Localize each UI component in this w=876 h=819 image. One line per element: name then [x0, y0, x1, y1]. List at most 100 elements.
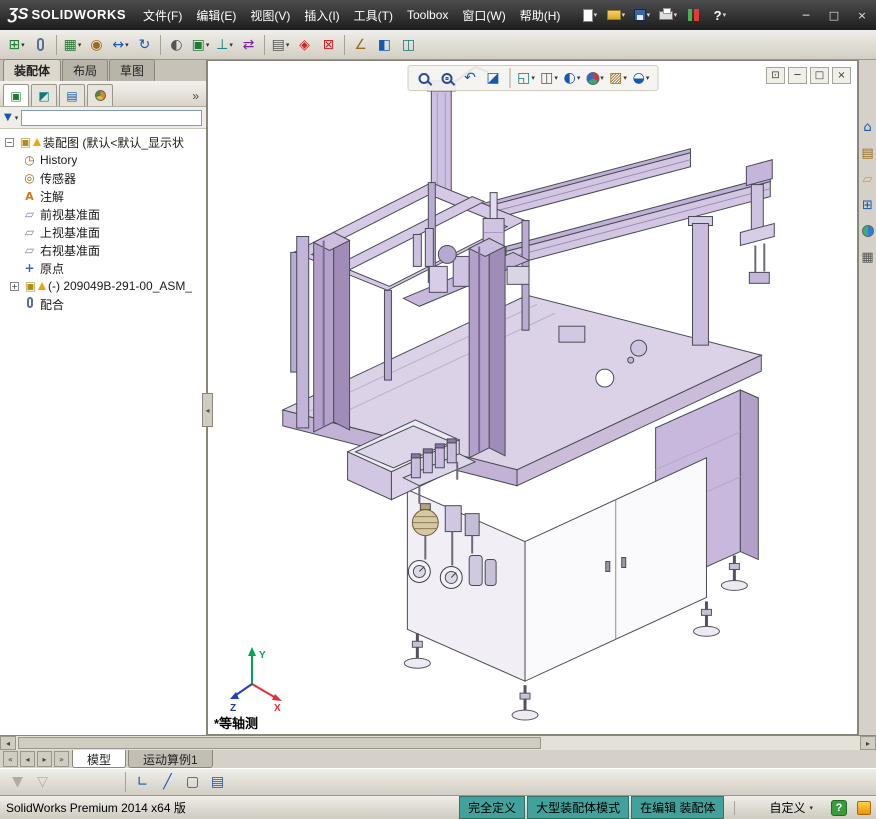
new-motion-study-button[interactable]: ⇄	[237, 33, 260, 57]
view-settings-button[interactable]: ◒ ▾	[631, 68, 651, 88]
doc-maximize-button[interactable]: □	[810, 67, 829, 84]
doc-restore-button[interactable]: ⊡	[766, 67, 785, 84]
tab-nav-next-button[interactable]: ▸	[37, 751, 52, 767]
save-button[interactable]: ▾	[629, 4, 654, 26]
clear-filters-button[interactable]: ▼	[6, 770, 29, 794]
file-explorer-folder-icon[interactable]: ▱	[859, 170, 876, 188]
panel-collapse-handle[interactable]: ◂	[202, 393, 213, 427]
apply-scene-button[interactable]: ▨ ▾	[608, 68, 628, 88]
tab-motion-study[interactable]: 运动算例1	[128, 750, 213, 768]
maximize-button[interactable]: □	[820, 4, 848, 26]
hide-show-items-button[interactable]: ◐ ▾	[562, 68, 582, 88]
expand-box[interactable]: +	[10, 281, 19, 291]
tab-nav-last-button[interactable]: »	[54, 751, 69, 767]
tab-nav-first-button[interactable]: «	[3, 751, 18, 767]
appearances-sphere-icon[interactable]	[859, 222, 876, 240]
previous-view-button[interactable]: ↶	[460, 68, 480, 88]
show-hidden-button[interactable]: ◐	[165, 33, 188, 57]
doc-close-button[interactable]: ×	[832, 67, 851, 84]
propertymanager-tab[interactable]: ◩	[31, 84, 57, 106]
measure-button[interactable]: ∠	[349, 33, 372, 57]
exploded-view-button[interactable]: ◈	[293, 33, 316, 57]
menu-tools[interactable]: 工具(T)	[347, 0, 400, 30]
linear-pattern-button[interactable]: ▦ ▾	[61, 33, 84, 57]
tab-sketch[interactable]: 草图	[109, 59, 156, 81]
print-button[interactable]: ▾	[655, 4, 680, 26]
filter-faces-button[interactable]: ▢	[181, 770, 204, 794]
menu-view[interactable]: 视图(V)	[243, 0, 297, 30]
assembly-features-button[interactable]: ▣ ▾	[189, 33, 212, 57]
scrollbar-thumb[interactable]	[18, 737, 542, 749]
home-icon[interactable]: ⌂	[859, 118, 876, 136]
mate-button[interactable]	[29, 33, 52, 57]
minimize-button[interactable]: ─	[792, 4, 820, 26]
menu-edit[interactable]: 编辑(E)	[189, 0, 243, 30]
panel-overflow-chevrons[interactable]: »	[192, 89, 203, 106]
graphics-area[interactable]: ↶ ◪ ◱ ▾ ◫ ▾ ◐ ▾ ▾ ▨ ▾ ◒ ▾ ⊡ ─ □ × Y X Z *等轴测	[207, 60, 858, 735]
help-button[interactable]: ? ▾	[707, 4, 732, 26]
filter-funnel-icon[interactable]: ▼	[4, 112, 12, 123]
orientation-triad[interactable]: Y X Z	[228, 642, 286, 712]
insert-component-button[interactable]: ⊞ ▾	[5, 33, 28, 57]
zoom-to-fit-button[interactable]	[414, 68, 434, 88]
tree-item-history[interactable]: ◷ History	[0, 151, 206, 169]
tree-item-assembly-root[interactable]: − ▣ 装配图 (默认<默认_显示状	[0, 133, 206, 151]
scroll-left-button[interactable]: ◂	[0, 736, 16, 750]
quick-tips-icon[interactable]	[857, 800, 871, 815]
new-document-button[interactable]: ▾	[577, 4, 602, 26]
tab-model[interactable]: 模型	[72, 750, 127, 768]
filter-input[interactable]	[21, 109, 202, 126]
rotate-component-button[interactable]: ↻	[133, 33, 156, 57]
scrollbar-track[interactable]	[16, 736, 860, 750]
tree-item-annotations[interactable]: A 注解	[0, 187, 206, 205]
filter-surface-button[interactable]: ▤	[206, 770, 229, 794]
tree-item-front-plane[interactable]: ▱ 前视基准面	[0, 205, 206, 223]
view-orientation-button[interactable]: ◱ ▾	[516, 68, 536, 88]
custom-dropdown[interactable]: 自定义 ▾	[761, 797, 821, 818]
custom-properties-icon[interactable]: ▦	[859, 248, 876, 266]
menu-insert[interactable]: 插入(I)	[297, 0, 346, 30]
bom-button[interactable]: ▤ ▾	[269, 33, 292, 57]
performance-button[interactable]	[681, 4, 706, 26]
menu-help[interactable]: 帮助(H)	[513, 0, 568, 30]
zoom-to-area-button[interactable]	[437, 68, 457, 88]
tab-nav-prev-button[interactable]: ◂	[20, 751, 35, 767]
displaymanager-tab[interactable]	[87, 84, 113, 106]
edit-appearance-button[interactable]: ▾	[585, 68, 605, 88]
tree-item-sensors[interactable]: ◎ 传感器	[0, 169, 206, 187]
tree-item-mates[interactable]: 配合	[0, 295, 206, 313]
smart-fasteners-button[interactable]: ◉	[85, 33, 108, 57]
tree-item-right-plane[interactable]: ▱ 右视基准面	[0, 241, 206, 259]
tree-item-top-plane[interactable]: ▱ 上视基准面	[0, 223, 206, 241]
scroll-right-button[interactable]: ▸	[860, 736, 876, 750]
doc-minimize-button[interactable]: ─	[788, 67, 807, 84]
filter-vertices-button[interactable]: ∟	[131, 770, 154, 794]
open-button[interactable]: ▾	[603, 4, 628, 26]
design-library-icon[interactable]: ▤	[859, 144, 876, 162]
assembly-model[interactable]	[208, 61, 857, 734]
large-assembly-mode-button[interactable]: ◫	[397, 33, 420, 57]
tab-assembly[interactable]: 装配体	[3, 59, 62, 81]
filter-edges-button[interactable]: ╱	[156, 770, 179, 794]
status-help-button[interactable]: ?	[831, 799, 847, 816]
toggle-filters-button[interactable]: ▽	[31, 770, 54, 794]
close-button[interactable]: ×	[848, 4, 876, 26]
collapse-box[interactable]: −	[5, 137, 14, 147]
interference-detection-button[interactable]: ⊠	[317, 33, 340, 57]
plane-icon: ▱	[24, 207, 35, 221]
menu-toolbox[interactable]: Toolbox	[400, 0, 455, 30]
rotate-component-icon: ↻	[138, 36, 151, 53]
tree-item-subassembly[interactable]: + ▣ (-) 209049B-291-00_ASM_	[0, 277, 206, 295]
display-style-button[interactable]: ◫ ▾	[539, 68, 559, 88]
menu-file[interactable]: 文件(F)	[136, 0, 189, 30]
reference-geometry-button[interactable]: ⊥ ▾	[213, 33, 236, 57]
tree-item-origin[interactable]: + 原点	[0, 259, 206, 277]
configurationmanager-tab[interactable]: ▤	[59, 84, 85, 106]
tab-layout[interactable]: 布局	[62, 59, 109, 81]
view-palette-icon[interactable]: ⊞	[859, 196, 876, 214]
section-view-button[interactable]: ◪	[483, 68, 503, 88]
move-component-button[interactable]: ↔ ▾	[109, 33, 132, 57]
section-button[interactable]: ◧	[373, 33, 396, 57]
featuremanager-tab[interactable]: ▣	[3, 84, 29, 106]
menu-window[interactable]: 窗口(W)	[455, 0, 512, 30]
